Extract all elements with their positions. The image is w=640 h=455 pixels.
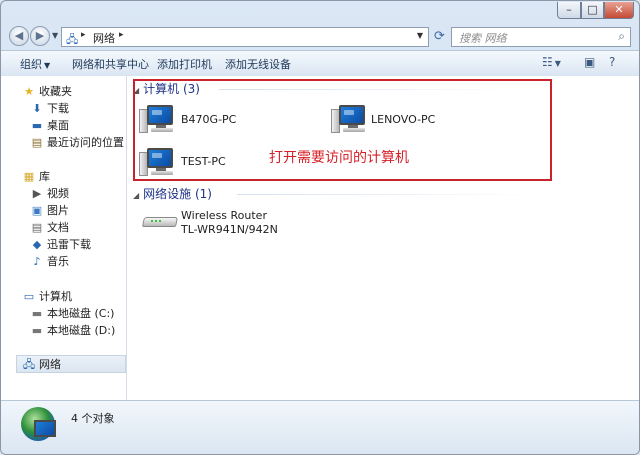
computer-icon[interactable]: [139, 148, 183, 178]
sidebar-item-pictures[interactable]: ▣ 图片: [30, 202, 69, 219]
recent-pages-dropdown[interactable]: ▼: [52, 31, 58, 40]
refresh-button[interactable]: ⟳: [431, 27, 448, 47]
pictures-icon: ▣: [31, 204, 43, 217]
command-bar: 组织 ▼ 网络和共享中心 添加打印机 添加无线设备 ☷ ▼ ▣ ?: [1, 50, 639, 77]
help-icon[interactable]: ?: [609, 55, 615, 69]
address-dropdown-icon[interactable]: ▼: [417, 31, 423, 40]
explorer-window: – □ ✕ ◀ ▶ ▼ 🖧 ▸ 网络 ▸ ▼ ⟳ 搜索 网络 ⌕ 组织 ▼ 网络和…: [0, 0, 640, 455]
music-icon: ♪: [33, 255, 41, 268]
object-count: 4 个对象: [71, 412, 115, 425]
computer-item-b470g-pc[interactable]: B470G-PC: [181, 113, 236, 126]
sidebar-item-computer[interactable]: ▭ 计算机: [22, 288, 72, 305]
collapse-chevron-icon[interactable]: ◢: [133, 191, 139, 200]
close-button[interactable]: ✕: [604, 2, 634, 19]
group-header-computers[interactable]: ◢ 计算机 (3): [133, 80, 200, 97]
back-button[interactable]: ◀: [9, 26, 29, 46]
group-header-network-infrastructure[interactable]: ◢ 网络设施 (1): [133, 185, 212, 202]
add-printer-button[interactable]: 添加打印机: [157, 56, 212, 72]
network-sharing-center-button[interactable]: 网络和共享中心: [72, 56, 149, 72]
sidebar-item-libraries[interactable]: ▦ 库: [22, 168, 50, 185]
video-icon: ▶: [32, 187, 42, 200]
breadcrumb-network[interactable]: 网络: [93, 30, 115, 46]
sidebar-item-drive-d[interactable]: ▬ 本地磁盘 (D:): [30, 322, 115, 339]
computer-item-test-pc[interactable]: TEST-PC: [181, 155, 226, 168]
navigation-pane: ★ 收藏夹 ⬇ 下载 ▬ 桌面 ▤ 最近访问的位置 ▦ 库 ▶ 视频 ▣ 图片 ▤ 文档 ◆ 迅雷…: [1, 76, 127, 400]
computer-icon: ▭: [23, 290, 35, 303]
forward-button[interactable]: ▶: [30, 26, 50, 46]
computer-icon[interactable]: [331, 105, 375, 135]
router-icon[interactable]: [141, 211, 179, 233]
monitor-icon: [34, 420, 56, 437]
sidebar-item-downloads[interactable]: ⬇ 下载: [30, 100, 69, 117]
documents-icon: ▤: [31, 221, 43, 234]
star-icon: ★: [24, 85, 34, 98]
details-pane: 4 个对象: [1, 400, 639, 454]
breadcrumb-separator-icon[interactable]: ▸: [81, 30, 86, 40]
title-bar: – □ ✕: [1, 1, 639, 21]
minimize-button[interactable]: –: [557, 2, 581, 19]
sidebar-item-drive-c[interactable]: ▬ 本地磁盘 (C:): [30, 305, 115, 322]
address-bar[interactable]: 🖧 ▸ 网络 ▸ ▼: [61, 27, 429, 47]
xunlei-download-icon: ◆: [32, 238, 42, 251]
annotation-text: 打开需要访问的计算机: [269, 150, 409, 166]
computer-icon[interactable]: [139, 105, 183, 135]
address-row: ◀ ▶ ▼ 🖧 ▸ 网络 ▸ ▼ ⟳ 搜索 网络 ⌕: [1, 23, 639, 49]
drive-icon: ▬: [31, 324, 43, 337]
sidebar-item-desktop[interactable]: ▬ 桌面: [30, 117, 69, 134]
sidebar-item-documents[interactable]: ▤ 文档: [30, 219, 69, 236]
add-wireless-device-button[interactable]: 添加无线设备: [225, 56, 291, 72]
sidebar-item-favorites[interactable]: ★ 收藏夹: [22, 83, 72, 100]
network-icon: 🖧: [66, 33, 79, 46]
sidebar-item-network[interactable]: 🖧 网络: [22, 356, 61, 373]
content-area: ◢ 计算机 (3) B470G-PC LENOVO-PC TEST-PC ◢ 网络设…: [127, 76, 639, 400]
search-icon[interactable]: ⌕: [618, 29, 625, 44]
group-divider: [237, 194, 537, 195]
breadcrumb-chevron-icon[interactable]: ▸: [119, 30, 124, 40]
collapse-chevron-icon[interactable]: ◢: [133, 86, 139, 95]
search-placeholder: 搜索 网络: [459, 32, 507, 45]
sidebar-item-xunlei-downloads[interactable]: ◆ 迅雷下载: [30, 236, 91, 253]
library-icon: ▦: [23, 170, 35, 183]
downloads-icon: ⬇: [32, 102, 42, 115]
search-input[interactable]: 搜索 网络 ⌕: [451, 27, 631, 47]
router-item-model: TL-WR941N/942N: [181, 223, 278, 236]
desktop-icon: ▬: [31, 119, 43, 132]
sidebar-item-recent-places[interactable]: ▤ 最近访问的位置: [30, 134, 124, 151]
network-icon: 🖧: [22, 358, 36, 371]
sidebar-item-music[interactable]: ♪ 音乐: [30, 253, 69, 270]
maximize-button[interactable]: □: [581, 2, 604, 19]
organize-menu[interactable]: 组织 ▼: [20, 56, 50, 72]
recent-places-icon: ▤: [31, 136, 43, 149]
group-divider: [219, 89, 519, 90]
router-item-name[interactable]: Wireless Router: [181, 209, 267, 222]
computer-item-lenovo-pc[interactable]: LENOVO-PC: [371, 113, 435, 126]
drive-icon: ▬: [31, 307, 43, 320]
view-options-icon[interactable]: ☷ ▼: [542, 55, 561, 69]
preview-pane-icon[interactable]: ▣: [584, 55, 595, 69]
sidebar-item-videos[interactable]: ▶ 视频: [30, 185, 69, 202]
